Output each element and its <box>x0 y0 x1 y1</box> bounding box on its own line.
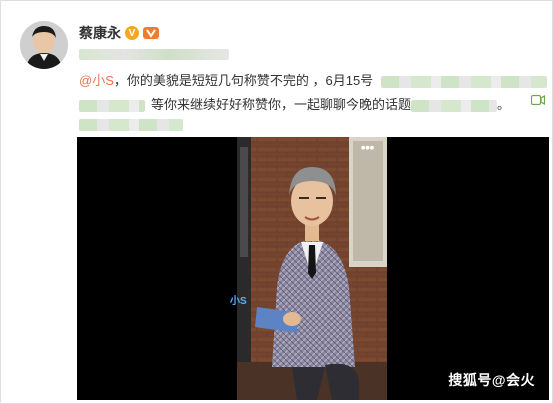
video-still-image: ●●● <box>237 137 387 400</box>
blurred-text-4 <box>79 118 183 131</box>
post-text-line-2: 等你来继续好好称赞你，一起聊聊今晚的话题 。 <box>79 94 510 113</box>
weibo-post-card: 蔡康永 V @小S，你的美貌是短短几句称赞不完的 ，6月15号 等你来继续好好称… <box>0 0 553 404</box>
level-badge-icon <box>143 27 159 39</box>
author-row: 蔡康永 V <box>79 23 159 43</box>
blurred-text-1 <box>381 75 548 88</box>
post-text-tail: 。 <box>497 97 511 112</box>
post-meta-blurred <box>79 49 229 60</box>
video-player[interactable]: ●●● 搜狐号@会火 <box>77 137 549 400</box>
avatar-portrait <box>20 21 68 69</box>
video-camera-icon[interactable] <box>531 95 545 105</box>
author-avatar[interactable] <box>20 21 68 69</box>
verified-v-icon: V <box>125 26 139 40</box>
post-text-line-3 <box>79 116 183 131</box>
blurred-text-3 <box>411 99 498 112</box>
post-text-segment-1: ，你的美貌是短短几句称赞不完的 ，6月15号 <box>113 73 374 88</box>
mention-link[interactable]: @小S <box>79 73 114 88</box>
post-text-line-1: @小S，你的美貌是短短几句称赞不完的 ，6月15号 <box>79 70 548 89</box>
blurred-text-2 <box>79 99 145 112</box>
svg-text:●●●: ●●● <box>361 145 375 151</box>
video-sticker-label: 小S <box>230 296 247 307</box>
video-frame: ●●● <box>237 137 387 400</box>
sohu-watermark: 搜狐号@会火 <box>448 372 535 388</box>
post-text-segment-2: 等你来继续好好称赞你，一起聊聊今晚的话题 <box>151 97 412 112</box>
author-name[interactable]: 蔡康永 <box>79 23 121 43</box>
